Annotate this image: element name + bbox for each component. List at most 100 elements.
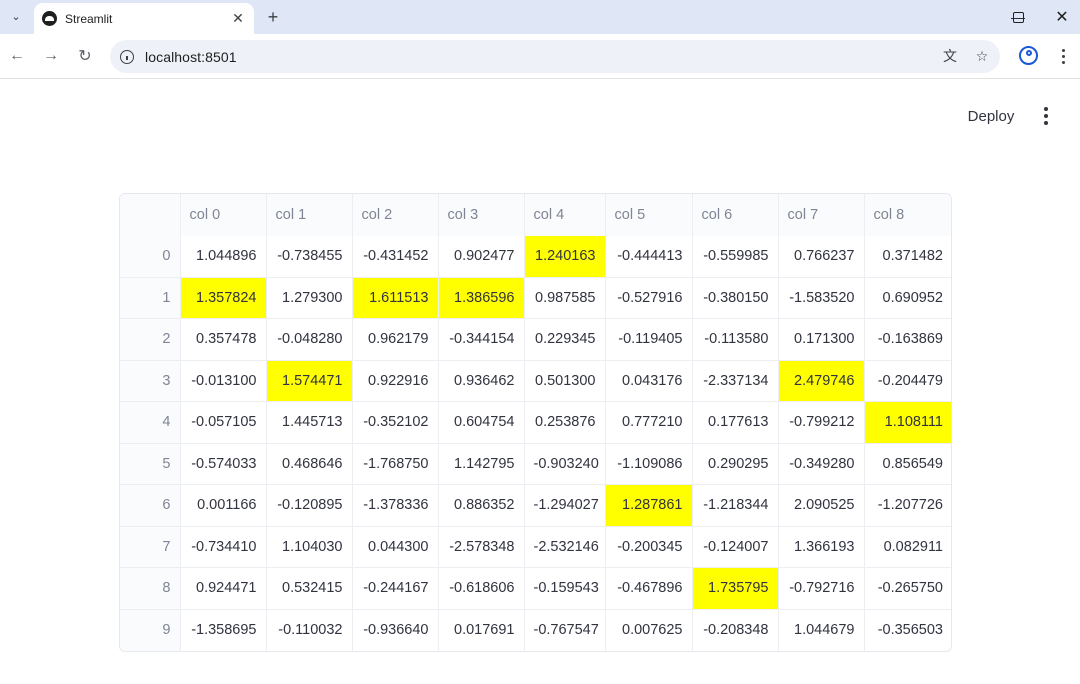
table-cell[interactable]: 0.253876 — [524, 401, 606, 444]
table-cell[interactable]: 0.290295 — [692, 443, 779, 485]
table-cell[interactable]: -0.113580 — [692, 318, 779, 361]
table-cell[interactable]: 0.001166 — [180, 484, 267, 527]
table-cell[interactable]: 0.924471 — [180, 567, 267, 610]
table-cell[interactable]: -0.200345 — [605, 526, 693, 568]
table-cell[interactable]: -0.344154 — [438, 318, 525, 361]
table-cell[interactable]: -0.799212 — [778, 401, 865, 444]
restore-icon[interactable] — [996, 0, 1040, 34]
table-cell[interactable]: -2.578348 — [438, 526, 525, 568]
translate-icon[interactable]: 文 — [940, 46, 960, 66]
table-cell[interactable]: 0.690952 — [864, 277, 951, 319]
table-cell[interactable]: 1.279300 — [266, 277, 353, 319]
table-cell[interactable]: -0.936640 — [352, 609, 439, 651]
table-cell[interactable]: -0.208348 — [692, 609, 779, 651]
highlighted-cell[interactable]: 1.611513 — [352, 277, 439, 319]
browser-menu-icon[interactable] — [1053, 46, 1073, 66]
address-bar[interactable]: localhost:8501 文 ☆ — [110, 40, 1000, 73]
table-cell[interactable]: -0.110032 — [266, 609, 353, 651]
table-cell[interactable]: -0.574033 — [180, 443, 267, 485]
tab-search-chevron-down-icon[interactable]: ⌄ — [6, 6, 26, 26]
forward-arrow-icon[interactable]: → — [39, 44, 63, 68]
table-cell[interactable]: -0.527916 — [605, 277, 693, 319]
url-text[interactable]: localhost:8501 — [145, 49, 237, 65]
table-cell[interactable]: -0.013100 — [180, 360, 267, 402]
table-cell[interactable]: 1.044896 — [180, 235, 267, 278]
table-cell[interactable]: 1.366193 — [778, 526, 865, 568]
table-cell[interactable]: -1.294027 — [524, 484, 606, 527]
table-cell[interactable]: -1.218344 — [692, 484, 779, 527]
table-cell[interactable]: 0.936462 — [438, 360, 525, 402]
table-cell[interactable]: 0.777210 — [605, 401, 693, 444]
table-cell[interactable]: 0.007625 — [605, 609, 693, 651]
window-close-icon[interactable]: ✕ — [1040, 0, 1080, 34]
highlighted-cell[interactable]: 1.574471 — [266, 360, 353, 402]
table-cell[interactable]: -1.768750 — [352, 443, 439, 485]
table-cell[interactable]: 1.142795 — [438, 443, 525, 485]
table-cell[interactable]: 0.902477 — [438, 235, 525, 278]
column-header[interactable]: col 4 — [524, 194, 606, 236]
table-cell[interactable]: 0.501300 — [524, 360, 606, 402]
table-cell[interactable]: 0.962179 — [352, 318, 439, 361]
highlighted-cell[interactable]: 2.479746 — [778, 360, 865, 402]
table-cell[interactable]: -0.163869 — [864, 318, 951, 361]
table-cell[interactable]: -0.792716 — [778, 567, 865, 610]
table-cell[interactable]: 0.043176 — [605, 360, 693, 402]
table-cell[interactable]: -2.337134 — [692, 360, 779, 402]
browser-tab[interactable]: Streamlit ✕ — [34, 3, 254, 34]
table-cell[interactable]: -0.057105 — [180, 401, 267, 444]
highlighted-cell[interactable]: 1.108111 — [864, 401, 951, 444]
table-cell[interactable]: 1.044679 — [778, 609, 865, 651]
table-cell[interactable]: -0.159543 — [524, 567, 606, 610]
reload-icon[interactable]: ↻ — [73, 44, 97, 68]
column-header[interactable]: col 2 — [352, 194, 439, 236]
table-cell[interactable]: -1.109086 — [605, 443, 693, 485]
table-cell[interactable]: -0.734410 — [180, 526, 267, 568]
table-cell[interactable]: -0.352102 — [352, 401, 439, 444]
table-cell[interactable]: -1.358695 — [180, 609, 267, 651]
table-cell[interactable]: 0.922916 — [352, 360, 439, 402]
column-header[interactable]: col 8 — [864, 194, 951, 236]
highlighted-cell[interactable]: 1.357824 — [180, 277, 267, 319]
back-arrow-icon[interactable]: ← — [5, 44, 29, 68]
column-header[interactable]: col 0 — [180, 194, 267, 236]
column-header[interactable]: col 1 — [266, 194, 353, 236]
table-cell[interactable]: -0.204479 — [864, 360, 951, 402]
highlighted-cell[interactable]: 1.240163 — [524, 235, 606, 278]
column-header[interactable]: col 5 — [605, 194, 693, 236]
table-cell[interactable]: 0.229345 — [524, 318, 606, 361]
table-cell[interactable]: 0.604754 — [438, 401, 525, 444]
table-cell[interactable]: 0.177613 — [692, 401, 779, 444]
highlighted-cell[interactable]: 1.735795 — [692, 567, 779, 610]
table-cell[interactable]: 2.090525 — [778, 484, 865, 527]
table-cell[interactable]: -0.356503 — [864, 609, 951, 651]
table-cell[interactable]: 0.357478 — [180, 318, 267, 361]
table-cell[interactable]: 0.468646 — [266, 443, 353, 485]
table-cell[interactable]: -0.431452 — [352, 235, 439, 278]
table-cell[interactable]: -0.767547 — [524, 609, 606, 651]
table-cell[interactable]: -0.124007 — [692, 526, 779, 568]
table-cell[interactable]: -0.048280 — [266, 318, 353, 361]
tab-close-icon[interactable]: ✕ — [228, 9, 248, 29]
table-cell[interactable]: -0.559985 — [692, 235, 779, 278]
table-cell[interactable]: 0.856549 — [864, 443, 951, 485]
highlighted-cell[interactable]: 1.386596 — [438, 277, 525, 319]
table-cell[interactable]: 0.082911 — [864, 526, 951, 568]
table-cell[interactable]: -0.119405 — [605, 318, 693, 361]
column-header[interactable]: col 6 — [692, 194, 779, 236]
table-cell[interactable]: -0.120895 — [266, 484, 353, 527]
bookmark-star-icon[interactable]: ☆ — [972, 46, 992, 66]
table-cell[interactable]: -0.380150 — [692, 277, 779, 319]
table-cell[interactable]: 1.104030 — [266, 526, 353, 568]
table-cell[interactable]: -2.532146 — [524, 526, 606, 568]
table-cell[interactable]: 0.171300 — [778, 318, 865, 361]
deploy-button[interactable]: Deploy — [955, 100, 1027, 132]
table-cell[interactable]: -0.265750 — [864, 567, 951, 610]
table-cell[interactable]: -0.467896 — [605, 567, 693, 610]
table-cell[interactable]: -1.207726 — [864, 484, 951, 527]
new-tab-plus-icon[interactable]: + — [262, 6, 284, 28]
table-cell[interactable]: -0.618606 — [438, 567, 525, 610]
table-cell[interactable]: -0.738455 — [266, 235, 353, 278]
site-info-icon[interactable] — [120, 49, 134, 64]
highlighted-cell[interactable]: 1.287861 — [605, 484, 693, 527]
profile-icon[interactable] — [1019, 46, 1038, 65]
